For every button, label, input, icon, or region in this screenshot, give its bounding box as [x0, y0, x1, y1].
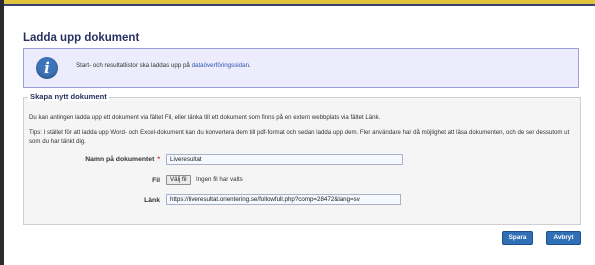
info-message: Start- och resultatlistor ska laddas upp… — [76, 62, 192, 69]
required-marker: * — [157, 156, 160, 163]
top-accent-line — [4, 4, 595, 6]
link-label: Länk — [144, 197, 160, 204]
page-title: Ladda upp dokument — [23, 32, 140, 44]
section-legend: Skapa nytt dokument — [28, 92, 109, 101]
document-name-label: Namn på dokumentet * — [42, 156, 160, 163]
info-text: Start- och resultatlistor ska laddas upp… — [76, 62, 251, 69]
section-description: Du kan antingen ladda upp ett dokument v… — [29, 114, 381, 121]
document-name-input[interactable]: Liveresultat — [166, 154, 403, 165]
new-document-section: Skapa nytt dokument Du kan antingen ladd… — [23, 92, 581, 225]
data-transfer-link[interactable]: dataöverföringssidan — [192, 62, 249, 69]
cancel-button[interactable]: Avbryt — [546, 231, 581, 245]
document-name-label-text: Namn på dokumentet — [85, 156, 155, 163]
info-box: i Start- och resultatlistor ska laddas u… — [23, 48, 579, 88]
info-icon: i — [36, 57, 58, 79]
file-status-text: Ingen fil har valts — [196, 176, 243, 183]
save-button[interactable]: Spara — [502, 231, 533, 245]
left-border — [0, 0, 4, 265]
section-tips: Tips: I stället för att ladda upp Word- … — [29, 129, 570, 145]
file-label: Fil — [152, 177, 160, 184]
link-input[interactable]: https://liveresultat.orientering.se/foll… — [166, 194, 401, 205]
choose-file-button[interactable]: Välj fil — [166, 175, 191, 185]
info-suffix: . — [249, 62, 251, 69]
